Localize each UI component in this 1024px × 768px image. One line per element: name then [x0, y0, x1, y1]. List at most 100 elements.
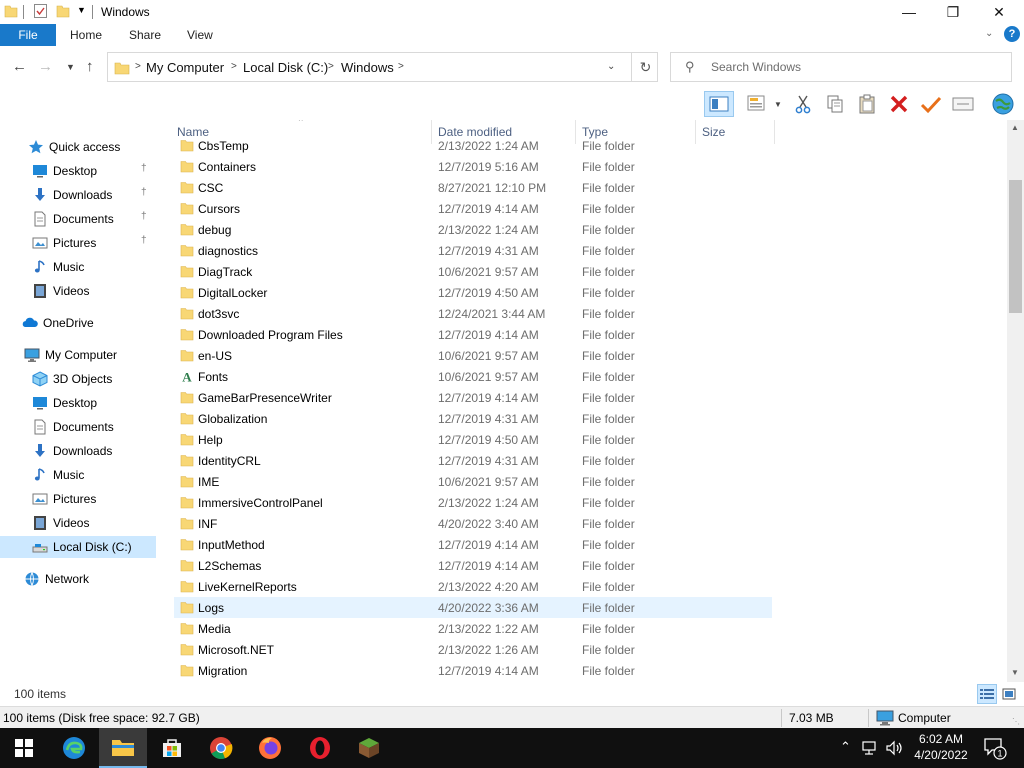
file-row[interactable]: Help 12/7/2019 4:50 AM File folder	[174, 429, 772, 450]
search-input[interactable]	[711, 57, 1001, 77]
nav-item-music[interactable]: Music	[0, 464, 156, 486]
tab-home[interactable]: Home	[70, 28, 102, 42]
taskbar-edge[interactable]	[50, 728, 98, 768]
file-row[interactable]: Downloaded Program Files 12/7/2019 4:14 A…	[174, 324, 772, 345]
refresh-icon[interactable]: ↻	[631, 53, 659, 81]
nav-item-videos[interactable]: Videos	[0, 512, 156, 534]
tab-view[interactable]: View	[187, 28, 213, 42]
scrollbar-thumb[interactable]	[1009, 180, 1022, 313]
new-folder-icon[interactable]	[56, 3, 70, 19]
back-arrow-icon[interactable]: ←	[12, 58, 27, 75]
file-row[interactable]: INF 4/20/2022 3:40 AM File folder	[174, 513, 772, 534]
clock-time[interactable]: 6:02 AM	[913, 732, 969, 746]
nav-item-downloads[interactable]: Downloads †	[0, 184, 156, 206]
scroll-up-icon[interactable]: ▲	[1011, 123, 1019, 132]
address-dropdown-icon[interactable]: ⌄	[607, 61, 615, 72]
file-row[interactable]: Media 2/13/2022 1:22 AM File folder	[174, 618, 772, 639]
file-row[interactable]: GameBarPresenceWriter 12/7/2019 4:14 AM Fi…	[174, 387, 772, 408]
chevron-right-icon[interactable]: >	[328, 61, 334, 72]
file-row[interactable]: dot3svc 12/24/2021 3:44 AM File folder	[174, 303, 772, 324]
clock-date[interactable]: 4/20/2022	[906, 748, 976, 762]
help-icon[interactable]: ?	[1004, 26, 1020, 42]
layout-icon[interactable]	[744, 91, 770, 117]
scroll-down-icon[interactable]: ▼	[1011, 668, 1019, 677]
copy-icon[interactable]	[822, 91, 848, 117]
nav-item-documents[interactable]: Documents †	[0, 208, 156, 230]
forward-arrow-icon[interactable]: →	[38, 58, 53, 75]
file-row[interactable]: InputMethod 12/7/2019 4:14 AM File folder	[174, 534, 772, 555]
file-row[interactable]: LiveKernelReports 2/13/2022 4:20 AM File f…	[174, 576, 772, 597]
taskbar-firefox[interactable]	[246, 728, 294, 768]
file-row[interactable]: DigitalLocker 12/7/2019 4:50 AM File folde…	[174, 282, 772, 303]
nav-item-music[interactable]: Music	[0, 256, 156, 278]
chevron-right-icon[interactable]: >	[398, 61, 404, 72]
delete-icon[interactable]	[886, 91, 912, 117]
file-row[interactable]: L2Schemas 12/7/2019 4:14 AM File folder	[174, 555, 772, 576]
file-row[interactable]: en-US 10/6/2021 9:57 AM File folder	[174, 345, 772, 366]
file-row[interactable]: CSC 8/27/2021 12:10 PM File folder	[174, 177, 772, 198]
taskbar-store[interactable]	[148, 728, 196, 768]
large-icons-view-icon[interactable]	[999, 684, 1019, 704]
file-row[interactable]: Containers 12/7/2019 5:16 AM File folder	[174, 156, 772, 177]
nav-item-desktop[interactable]: Desktop †	[0, 160, 156, 182]
nav-item-my-computer[interactable]: My Computer	[0, 344, 156, 366]
rename-check-icon[interactable]	[918, 91, 944, 117]
chevron-right-icon[interactable]: >	[231, 61, 237, 72]
preview-pane-icon[interactable]	[704, 91, 734, 117]
breadcrumb-local-disk[interactable]: Local Disk (C:)	[243, 60, 328, 75]
file-row[interactable]: IME 10/6/2021 9:57 AM File folder	[174, 471, 772, 492]
tab-share[interactable]: Share	[129, 28, 161, 42]
nav-item-network[interactable]: Network	[0, 568, 156, 590]
file-row[interactable]: IdentityCRL 12/7/2019 4:31 AM File folder	[174, 450, 772, 471]
minimize-button[interactable]: —	[886, 0, 932, 24]
globe-icon[interactable]	[990, 91, 1016, 117]
tab-file[interactable]: File	[0, 24, 56, 46]
maximize-button[interactable]: ❐	[930, 0, 976, 24]
volume-icon[interactable]	[885, 740, 903, 756]
details-view-icon[interactable]	[977, 684, 997, 704]
up-arrow-icon[interactable]: ↑	[86, 58, 94, 75]
file-row[interactable]: debug 2/13/2022 1:24 AM File folder	[174, 219, 772, 240]
vertical-scrollbar[interactable]: ▲ ▼	[1007, 120, 1024, 682]
nav-item-documents[interactable]: Documents	[0, 416, 156, 438]
show-hidden-icons-icon[interactable]: ⌃	[840, 739, 851, 755]
recent-locations-icon[interactable]: ▼	[66, 62, 75, 72]
file-row[interactable]: Logs 4/20/2022 3:36 AM File folder	[174, 597, 772, 618]
nav-item-3d-objects[interactable]: 3D Objects	[0, 368, 156, 390]
resize-grip-icon[interactable]: ⋱	[1012, 717, 1020, 726]
nav-item-local-disk-c[interactable]: Local Disk (C:)	[0, 536, 156, 558]
network-icon[interactable]	[862, 740, 878, 756]
qat-dropdown-icon[interactable]: ▼	[77, 5, 86, 15]
file-row[interactable]: diagnostics 12/7/2019 4:31 AM File folder	[174, 240, 772, 261]
start-button[interactable]	[0, 728, 48, 768]
file-row[interactable]: A Fonts 10/6/2021 9:57 AM File folder	[174, 366, 772, 387]
file-row[interactable]: Microsoft.NET 2/13/2022 1:26 AM File folde…	[174, 639, 772, 660]
nav-item-pictures[interactable]: Pictures	[0, 488, 156, 510]
expand-ribbon-icon[interactable]: ⌄	[985, 28, 993, 39]
file-row[interactable]: Cursors 12/7/2019 4:14 AM File folder	[174, 198, 772, 219]
breadcrumb-windows[interactable]: Windows	[341, 60, 394, 75]
file-row[interactable]: ImmersiveControlPanel 2/13/2022 1:24 AM Fi…	[174, 492, 772, 513]
nav-item-desktop[interactable]: Desktop	[0, 392, 156, 414]
chevron-right-icon[interactable]: >	[135, 61, 141, 72]
properties-icon[interactable]	[950, 91, 976, 117]
nav-item-videos[interactable]: Videos	[0, 280, 156, 302]
cut-icon[interactable]	[790, 91, 816, 117]
breadcrumb-my-computer[interactable]: My Computer	[146, 60, 224, 75]
file-row[interactable]: Globalization 12/7/2019 4:31 AM File folde…	[174, 408, 772, 429]
layout-dropdown-icon[interactable]: ▼	[770, 91, 786, 117]
nav-item-quick-access[interactable]: Quick access	[0, 136, 156, 158]
taskbar-minecraft[interactable]	[345, 728, 393, 768]
nav-item-pictures[interactable]: Pictures †	[0, 232, 156, 254]
file-row[interactable]: CbsTemp 2/13/2022 1:24 AM File folder	[174, 135, 772, 156]
address-bar[interactable]: > My Computer > Local Disk (C:) > Window…	[107, 52, 658, 82]
properties-icon[interactable]	[33, 3, 48, 19]
taskbar-file-explorer[interactable]	[99, 728, 147, 768]
taskbar-opera[interactable]	[296, 728, 344, 768]
file-row[interactable]: DiagTrack 10/6/2021 9:57 AM File folder	[174, 261, 772, 282]
nav-item-onedrive[interactable]: OneDrive	[0, 312, 156, 334]
paste-icon[interactable]	[854, 91, 880, 117]
notifications-icon[interactable]: 1	[983, 736, 1007, 760]
search-box[interactable]: ⚲	[670, 52, 1012, 82]
file-row[interactable]: Migration 12/7/2019 4:14 AM File folder	[174, 660, 772, 681]
